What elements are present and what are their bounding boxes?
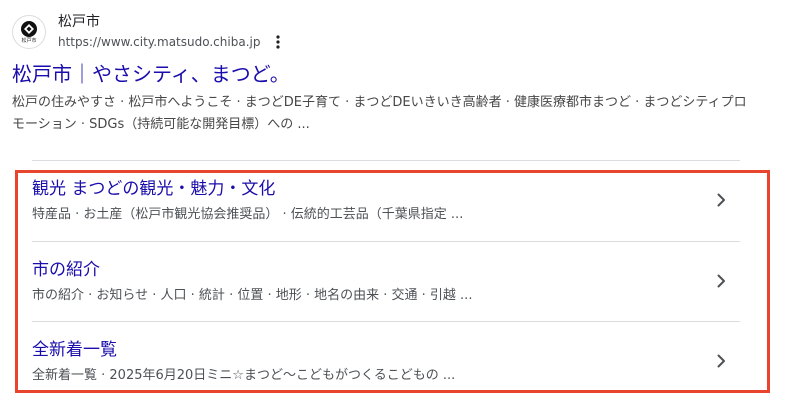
- chevron-right-icon[interactable]: [714, 354, 728, 368]
- sitelink-description: 全新着一覧 · 2025年6月20日ミニ☆まつど〜こどもがつくるこどもの ...: [32, 368, 456, 383]
- url-row: https://www.city.matsudo.chiba.jp: [58, 33, 286, 51]
- sitelink-description: 市の紹介 · お知らせ · 人口 · 統計 · 位置 · 地形 · 地名の由来 …: [32, 288, 473, 303]
- site-url[interactable]: https://www.city.matsudo.chiba.jp: [58, 34, 260, 50]
- sitelink-tourism[interactable]: 観光 まつどの観光・魅力・文化 特産品 · お土産（松戸市観光協会推奨品） · …: [32, 172, 740, 252]
- divider: [32, 160, 740, 161]
- sitelink-separator: [32, 241, 740, 242]
- search-result-page: 松戸市 松戸市 https://www.city.matsudo.chiba.j…: [0, 0, 800, 400]
- site-name[interactable]: 松戸市: [58, 13, 286, 31]
- favicon-caption: 松戸市: [21, 38, 37, 44]
- result-title-link[interactable]: 松戸市｜やさシティ、まつど。: [12, 60, 290, 88]
- sitelink-description: 特産品 · お土産（松戸市観光協会推奨品） · 伝統的工芸品（千葉県指定 ...: [32, 207, 464, 222]
- sitelink-separator: [32, 321, 740, 322]
- chevron-right-icon[interactable]: [714, 193, 728, 207]
- site-meta: 松戸市 https://www.city.matsudo.chiba.jp: [58, 13, 286, 51]
- sitelink-title[interactable]: 市の紹介: [32, 259, 100, 281]
- sitelink-title[interactable]: 観光 まつどの観光・魅力・文化: [32, 178, 275, 200]
- emblem-mark-icon: [21, 21, 37, 37]
- sitelink-title[interactable]: 全新着一覧: [32, 339, 117, 361]
- more-vertical-icon[interactable]: [270, 33, 286, 51]
- chevron-right-icon[interactable]: [714, 274, 728, 288]
- site-header[interactable]: 松戸市 松戸市 https://www.city.matsudo.chiba.j…: [12, 10, 286, 54]
- result-snippet: 松戸の住みやすさ · 松戸市へようこそ · まつどDE子育て · まつどDEいき…: [12, 95, 747, 132]
- sitelink-all-news[interactable]: 全新着一覧 全新着一覧 · 2025年6月20日ミニ☆まつど〜こどもがつくるこど…: [32, 333, 740, 400]
- matsudo-city-emblem-icon[interactable]: 松戸市: [12, 15, 46, 49]
